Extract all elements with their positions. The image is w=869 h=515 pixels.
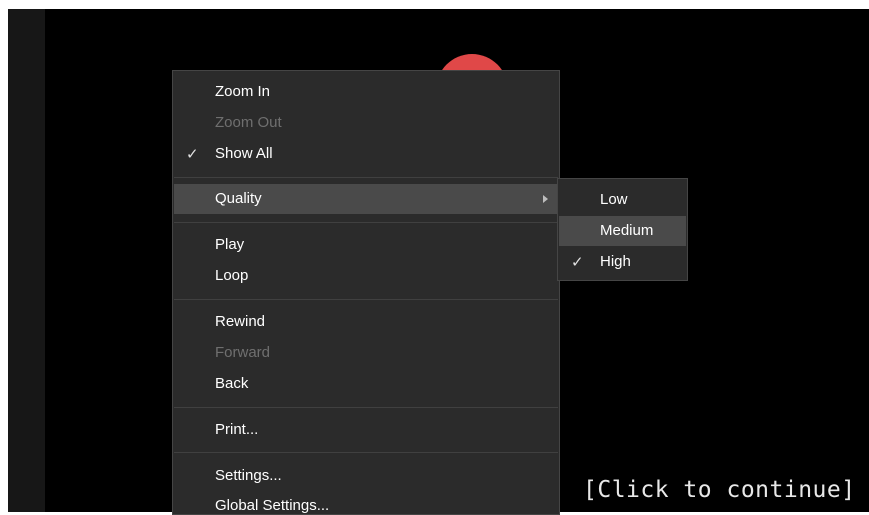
menu-separator [174, 452, 558, 453]
menu-item-label: Global Settings... [215, 497, 330, 514]
menu-item-show-all[interactable]: ✓ Show All [174, 139, 558, 169]
quality-option-high[interactable]: ✓ High [559, 247, 686, 277]
submenu-arrow-icon [543, 195, 548, 203]
quality-option-medium[interactable]: Medium [559, 216, 686, 246]
menu-separator [174, 177, 558, 178]
submenu-item-label: Low [600, 191, 628, 208]
menu-item-zoom-in[interactable]: Zoom In [174, 77, 558, 107]
checkmark-icon: ✓ [571, 254, 584, 271]
quality-option-low[interactable]: Low [559, 185, 686, 215]
menu-item-label: Forward [215, 344, 271, 361]
left-edge-strip [8, 9, 45, 512]
menu-item-settings[interactable]: Settings... [174, 461, 558, 491]
menu-item-label: Rewind [215, 313, 266, 330]
menu-item-back[interactable]: Back [174, 369, 558, 399]
menu-item-forward: Forward [174, 338, 558, 368]
menu-item-loop[interactable]: Loop [174, 261, 558, 291]
menu-item-label: Zoom In [215, 83, 271, 100]
menu-item-quality[interactable]: Quality [174, 184, 558, 214]
submenu-item-label: Medium [600, 222, 654, 239]
menu-item-label: Print... [215, 421, 259, 438]
menu-item-play[interactable]: Play [174, 230, 558, 260]
context-menu: Zoom In Zoom Out ✓ Show All Quality Play… [172, 70, 560, 515]
menu-separator [174, 407, 558, 408]
menu-item-label: Loop [215, 267, 249, 284]
menu-item-label: Play [215, 236, 245, 253]
menu-item-global-settings[interactable]: Global Settings... [174, 491, 558, 514]
menu-item-label: Zoom Out [215, 114, 282, 131]
click-to-continue-prompt[interactable]: [Click to continue] [583, 477, 856, 503]
menu-separator [174, 299, 558, 300]
submenu-item-label: High [600, 253, 631, 270]
menu-item-label: Quality [215, 190, 262, 207]
menu-item-label: Settings... [215, 467, 282, 484]
checkmark-icon: ✓ [186, 146, 199, 163]
menu-item-zoom-out: Zoom Out [174, 108, 558, 138]
quality-submenu: Low Medium ✓ High [557, 178, 688, 281]
menu-item-rewind[interactable]: Rewind [174, 307, 558, 337]
menu-item-print[interactable]: Print... [174, 415, 558, 445]
menu-item-label: Show All [215, 145, 273, 162]
menu-item-label: Back [215, 375, 249, 392]
menu-separator [174, 222, 558, 223]
